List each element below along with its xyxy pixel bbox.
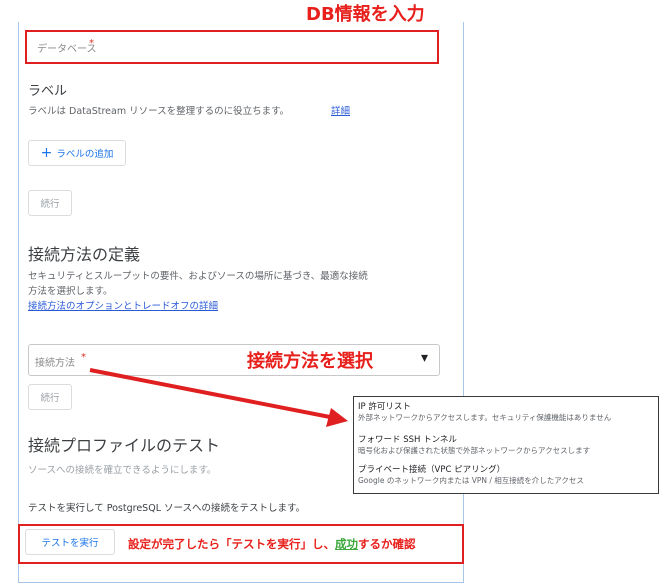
option-ssh-tunnel-title: フォワード SSH トンネル: [358, 435, 457, 445]
option-private-connectivity-desc: Google のネットワーク内または VPN / 相互接続を介したアクセス: [358, 476, 584, 485]
test-description: テストを実行して PostgreSQL ソースへの接続をテストします。: [28, 503, 306, 514]
annotation-run-test-suffix: するか確認: [358, 537, 416, 551]
annotation-run-test-success: 成功: [335, 537, 358, 551]
option-private-connectivity-title: プライベート接続（VPC ピアリング）: [358, 465, 506, 475]
annotation-run-test-prefix: 設定が完了したら「テストを実行」し、: [128, 537, 335, 551]
option-ip-allowlist[interactable]: IP 許可リスト 外部ネットワークからアクセスします。セキュリティ保護機能はあり…: [358, 400, 611, 423]
option-ssh-tunnel-desc: 暗号化および保護された状態で外部ネットワークからアクセスします: [358, 446, 591, 455]
annotation-run-test: 設定が完了したら「テストを実行」し、成功するか確認: [128, 536, 416, 552]
option-ssh-tunnel[interactable]: フォワード SSH トンネル 暗号化および保護された状態で外部ネットワークからア…: [358, 433, 590, 456]
test-subtitle: ソースへの接続を確立できるようにします。: [28, 465, 217, 476]
option-ip-allowlist-desc: 外部ネットワークからアクセスします。セキュリティ保護機能はありません: [358, 413, 612, 422]
test-title: 接続プロファイルのテスト: [28, 436, 221, 455]
run-test-button[interactable]: テストを実行: [25, 529, 115, 555]
option-ip-allowlist-title: IP 許可リスト: [358, 402, 411, 412]
connection-method-menu: IP 許可リスト 外部ネットワークからアクセスします。セキュリティ保護機能はあり…: [353, 396, 659, 494]
option-private-connectivity[interactable]: プライベート接続（VPC ピアリング） Google のネットワーク内または V…: [358, 463, 584, 486]
